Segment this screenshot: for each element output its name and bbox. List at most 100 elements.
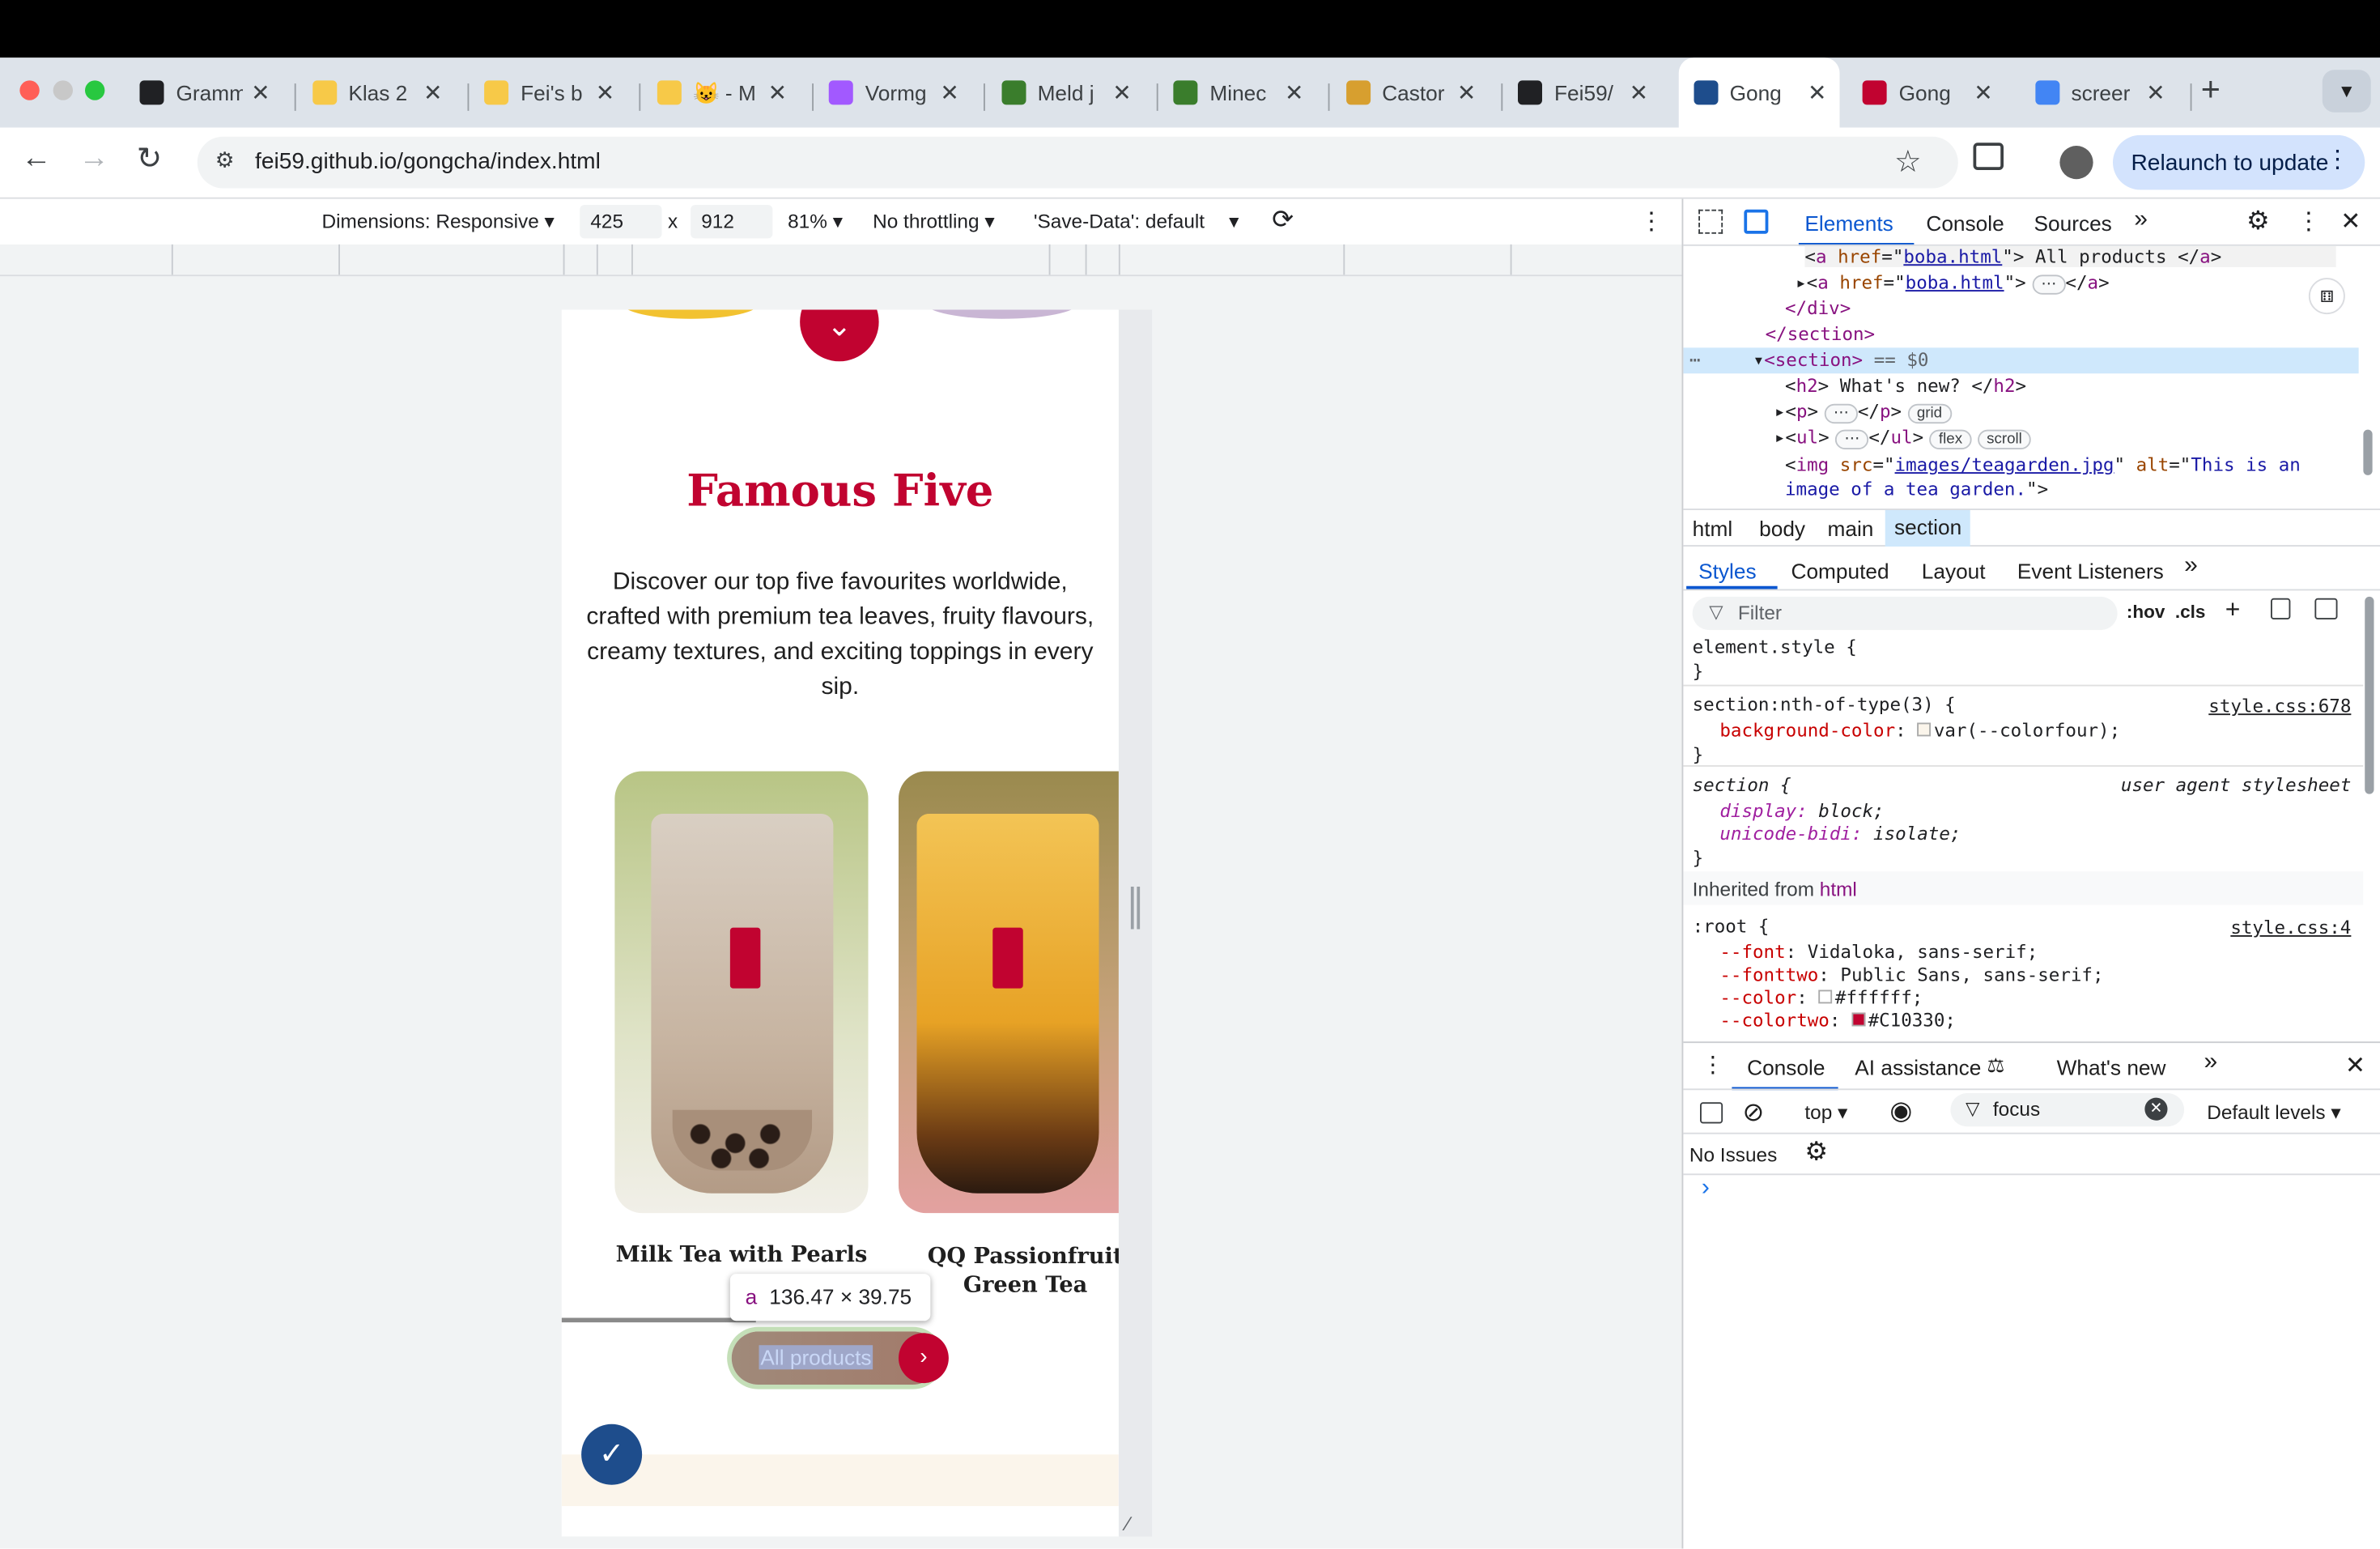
rule-source-link[interactable]: style.css:678 [2208,696,2351,717]
browser-tab[interactable]: Meld j✕ [992,68,1144,117]
tab-layout[interactable]: Layout [1922,559,1986,583]
rotate-icon[interactable]: ⟳ [1272,205,1294,236]
browser-tab[interactable]: Castor✕ [1337,68,1489,117]
dom-line[interactable]: <img src="images/teagarden.jpg" alt="Thi… [1785,453,2359,501]
breadcrumb-main[interactable]: main [1828,517,1874,541]
context-dropdown[interactable]: top ▾ [1804,1100,1847,1125]
drawer-tab-whats-new[interactable]: What's new [2057,1055,2166,1079]
close-tab-icon[interactable]: ✕ [1808,79,1827,107]
dom-line[interactable]: </div> [1785,298,1851,319]
close-tab-icon[interactable]: ✕ [2146,79,2165,107]
browser-tab[interactable]: Fei's b✕ [475,68,627,117]
more-tabs-icon[interactable]: » [2134,206,2148,234]
close-tab-icon[interactable]: ✕ [1974,79,1993,107]
rule-declaration[interactable]: --font: Vidaloka, sans-serif; [1719,942,2038,963]
hov-toggle[interactable]: :hov [2127,602,2165,623]
resize-handle-right[interactable] [1119,310,1152,1537]
more-drawer-tabs-icon[interactable]: » [2204,1049,2218,1077]
width-input[interactable]: 425 [580,205,661,238]
tab-console[interactable]: Console [1926,211,2004,236]
drawer-menu-icon[interactable]: ⋮ [1702,1051,1724,1079]
tab-search-button[interactable]: ▼ [2323,70,2371,113]
browser-tab[interactable]: Minec✕ [1164,68,1316,117]
rule-selector[interactable]: :root { [1693,916,1770,937]
accessibility-widget-icon[interactable]: ✓ [581,1424,642,1485]
dom-scrollbar[interactable] [2363,430,2372,475]
dom-line[interactable]: ▾<section> == $0 [1753,349,1929,370]
sidebar-toggle-icon[interactable] [2314,598,2337,619]
rule-selector[interactable]: section:nth-of-type(3) { [1693,694,1956,715]
tab-elements[interactable]: Elements [1804,211,1893,236]
dom-line[interactable]: <h2> What's new? </h2> [1785,375,2026,396]
product-card[interactable] [899,772,1119,1214]
issues-settings-gear-icon[interactable]: ⚙ [1804,1137,1828,1168]
close-tab-icon[interactable]: ✕ [423,79,443,107]
tab-sources[interactable]: Sources [2034,211,2112,236]
more-menu-icon[interactable]: ⋮ [2326,144,2350,175]
back-button[interactable]: ← [21,141,52,176]
rule-source-link[interactable]: style.css:4 [2230,917,2351,938]
styles-filter-input[interactable]: ▽Filter [1693,597,2118,630]
close-tab-icon[interactable]: ✕ [940,79,959,107]
height-input[interactable]: 912 [691,205,772,238]
inspect-element-icon[interactable] [1698,210,1723,234]
accessibility-tree-icon[interactable]: ⚅ [2309,278,2345,314]
breadcrumb-section[interactable]: section [1885,510,1971,547]
scroll-badge[interactable]: scroll [1978,430,2031,449]
href-value[interactable]: boba.html [1903,246,2002,267]
drawer-tab-console[interactable]: Console [1747,1055,1825,1079]
log-levels-dropdown[interactable]: Default levels ▾ [2207,1100,2340,1125]
extensions-icon[interactable] [1974,143,2004,170]
browser-tab[interactable]: 😺 - M✕ [648,68,800,117]
zoom-dropdown[interactable]: 81% ▾ [788,210,843,234]
close-tab-icon[interactable]: ✕ [1457,79,1477,107]
browser-tab[interactable]: screer✕ [2025,68,2178,117]
console-prompt-icon[interactable]: › [1702,1175,1710,1202]
close-devtools-icon[interactable]: ✕ [2340,206,2361,237]
console-sidebar-icon[interactable] [1700,1102,1723,1123]
flex-badge[interactable]: flex [1930,430,1972,449]
browser-tab[interactable]: Fei59/✕ [1509,68,1661,117]
dom-line[interactable]: </section> [1766,323,1875,344]
reload-button[interactable]: ↻ [137,140,162,178]
new-tab-button[interactable]: + [2201,70,2221,109]
device-toolbar-icon[interactable] [1744,210,1768,234]
settings-gear-icon[interactable]: ⚙ [2246,206,2270,237]
product-card[interactable] [614,772,868,1214]
bookmark-star-icon[interactable]: ☆ [1894,143,1922,181]
close-drawer-icon[interactable]: ✕ [2345,1051,2365,1082]
dom-line[interactable]: ▸<p>⋯</p>grid [1774,401,1951,423]
device-more-icon[interactable]: ⋮ [1639,206,1664,237]
styles-scrollbar[interactable] [2365,597,2374,794]
tab-styles[interactable]: Styles [1698,559,1756,583]
browser-tab[interactable]: Vormg✕ [820,68,972,117]
live-expression-eye-icon[interactable]: ◉ [1889,1096,1912,1127]
close-tab-icon[interactable]: ✕ [1112,79,1132,107]
scroll-down-button[interactable]: ⌄ [800,310,879,362]
save-data-dropdown[interactable]: 'Save-Data': default▾ [1034,210,1239,234]
close-tab-icon[interactable]: ✕ [768,79,788,107]
issues-label[interactable]: No Issues [1689,1143,1777,1166]
inherited-element[interactable]: html [1820,878,1857,900]
close-tab-icon[interactable]: ✕ [1630,79,1649,107]
browser-tab[interactable]: Gramm✕ [130,68,283,117]
paint-brush-icon[interactable] [2271,598,2290,619]
carousel-scrollbar[interactable] [562,1318,756,1323]
more-style-tabs-icon[interactable]: » [2184,553,2198,581]
color-swatch-icon[interactable] [1851,1013,1865,1027]
dom-ellipsis-icon[interactable]: ⋯ [1689,349,1701,370]
browser-tab[interactable]: Gong✕ [1853,68,2005,117]
dimensions-dropdown[interactable]: Dimensions: Responsive ▾ [322,210,555,234]
img-src-value[interactable]: images/teagarden.jpg [1895,454,2114,475]
url-text[interactable]: fei59.github.io/gongcha/index.html [255,149,601,175]
site-info-icon[interactable]: ⚙ [210,147,240,178]
color-swatch-icon[interactable] [1818,990,1832,1004]
browser-tab[interactable]: Klas 2✕ [303,68,455,117]
relaunch-button[interactable]: Relaunch to update⋮ [2113,135,2365,190]
close-tab-icon[interactable]: ✕ [596,79,615,107]
resize-corner-icon[interactable]: ∕ [1126,1513,1129,1535]
rule-declaration[interactable]: background-color: var(--colorfour); [1719,720,2120,741]
close-tab-icon[interactable]: ✕ [251,79,270,107]
cls-toggle[interactable]: .cls [2175,602,2206,623]
dom-line[interactable]: ▸<a href="boba.html">⋯</a> [1796,272,2110,295]
